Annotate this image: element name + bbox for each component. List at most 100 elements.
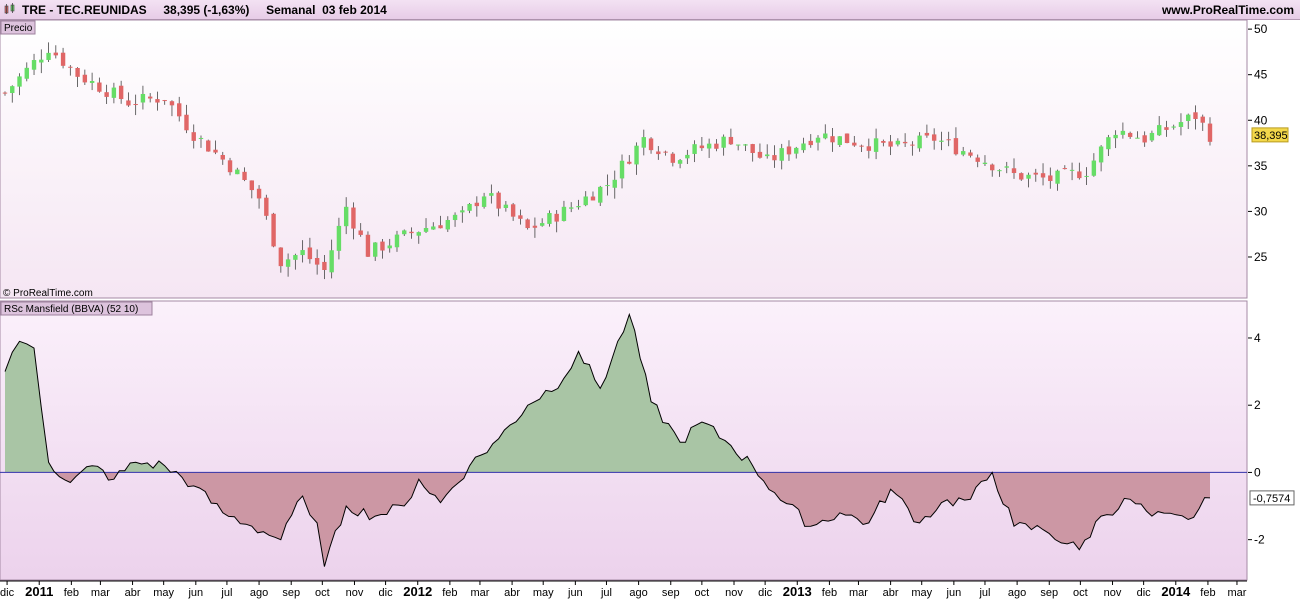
candle-body — [191, 132, 196, 141]
candle-body — [1062, 168, 1068, 170]
candle-body — [975, 157, 980, 162]
candle-body — [764, 154, 770, 157]
candle-body — [184, 114, 189, 131]
price-y-tick-label: 30 — [1254, 204, 1268, 218]
candle-body — [460, 210, 465, 213]
candle-body — [31, 60, 37, 70]
candle-body — [169, 101, 175, 106]
candle-body — [619, 160, 625, 179]
x-tick-label: oct — [1073, 587, 1088, 599]
x-tick-label: nov — [725, 587, 743, 599]
candle-body — [823, 133, 828, 139]
candle-body — [888, 141, 893, 147]
candle-body — [1164, 127, 1169, 130]
x-tick-label: may — [911, 587, 932, 599]
candle-body — [24, 67, 29, 79]
candle-body — [423, 227, 429, 232]
candle-body — [786, 146, 792, 155]
price-y-tick-label: 45 — [1254, 68, 1268, 82]
candle-body — [329, 250, 334, 273]
candle-body — [866, 146, 872, 151]
x-tick-label: sep — [662, 587, 680, 599]
x-tick-label: jul — [978, 587, 990, 599]
candle-body — [612, 179, 617, 188]
candle-body — [1033, 172, 1038, 175]
candle-body — [242, 171, 247, 180]
candle-body — [605, 185, 610, 187]
x-tick-label: dic — [758, 587, 773, 599]
candle-body — [982, 162, 988, 165]
candle-body — [235, 169, 240, 175]
candle-body — [1200, 116, 1205, 123]
candle-body — [539, 223, 545, 226]
price-candle — [844, 133, 850, 144]
candle-body — [89, 80, 95, 83]
x-tick-label: dic — [1137, 587, 1152, 599]
candle-body — [510, 204, 516, 217]
candle-body — [140, 93, 146, 103]
candle-body — [895, 140, 901, 145]
candle-body — [881, 140, 886, 143]
candle-body — [2, 92, 8, 94]
candle-body — [634, 145, 639, 165]
x-tick-label: ago — [1008, 587, 1026, 599]
candle-body — [1156, 125, 1162, 136]
chart-svg[interactable]: Precio RSc Mansfield (BBVA) (52 10) © ProR… — [0, 0, 1300, 600]
candle-body — [859, 145, 864, 147]
last-indicator-label: -0,7574 — [1253, 493, 1290, 505]
candle-body — [1193, 112, 1198, 119]
candle-body — [198, 137, 204, 139]
candle-body — [772, 155, 777, 161]
x-tick-label: 2012 — [403, 584, 432, 599]
indicator-y-tick-label: 0 — [1254, 465, 1261, 479]
candle-body — [126, 100, 131, 106]
candle-body — [307, 247, 313, 260]
candle-body — [1178, 122, 1184, 127]
copyright-text: © ProRealTime.com — [3, 288, 93, 299]
candle-body — [873, 138, 879, 152]
x-tick-label: 2013 — [783, 584, 812, 599]
candle-body — [801, 143, 806, 151]
candle-body — [692, 144, 697, 154]
candle-body — [1106, 137, 1111, 150]
candle-body — [598, 186, 603, 203]
candle-body — [830, 136, 835, 143]
candle-body — [997, 170, 1002, 172]
candle-body — [213, 149, 218, 153]
candle-body — [75, 67, 80, 77]
candle-body — [576, 206, 581, 208]
price-y-tick-label: 50 — [1254, 22, 1268, 36]
candle-body — [641, 137, 646, 148]
candle-body — [452, 214, 458, 221]
candle-body — [1019, 173, 1024, 180]
candle-body — [532, 225, 538, 228]
x-tick-label: dic — [0, 587, 15, 599]
indicator-y-tick-label: 2 — [1254, 398, 1261, 412]
candle-body — [808, 140, 813, 146]
candle-body — [815, 137, 821, 143]
candle-body — [721, 136, 726, 148]
x-tick-label: nov — [346, 587, 364, 599]
candle-body — [155, 99, 160, 103]
candle-body — [387, 245, 392, 249]
candle-body — [60, 52, 66, 66]
candle-body — [1171, 126, 1176, 128]
candle-body — [757, 151, 763, 158]
candle-body — [206, 140, 211, 152]
candle-body — [409, 231, 414, 234]
candle-body — [902, 141, 908, 144]
candle-body — [1084, 175, 1089, 177]
candle-body — [1113, 134, 1118, 139]
candle-body — [910, 144, 915, 146]
candle-body — [1026, 174, 1031, 179]
candle-body — [924, 132, 930, 136]
candle-body — [496, 192, 501, 209]
candle-body — [685, 154, 690, 159]
candle-body — [416, 232, 421, 236]
x-tick-label: feb — [822, 587, 837, 599]
x-tick-label: jun — [187, 587, 203, 599]
candle-body — [583, 196, 588, 206]
candle-body — [82, 74, 88, 83]
candle-body — [1186, 114, 1191, 122]
candle-body — [590, 196, 596, 201]
